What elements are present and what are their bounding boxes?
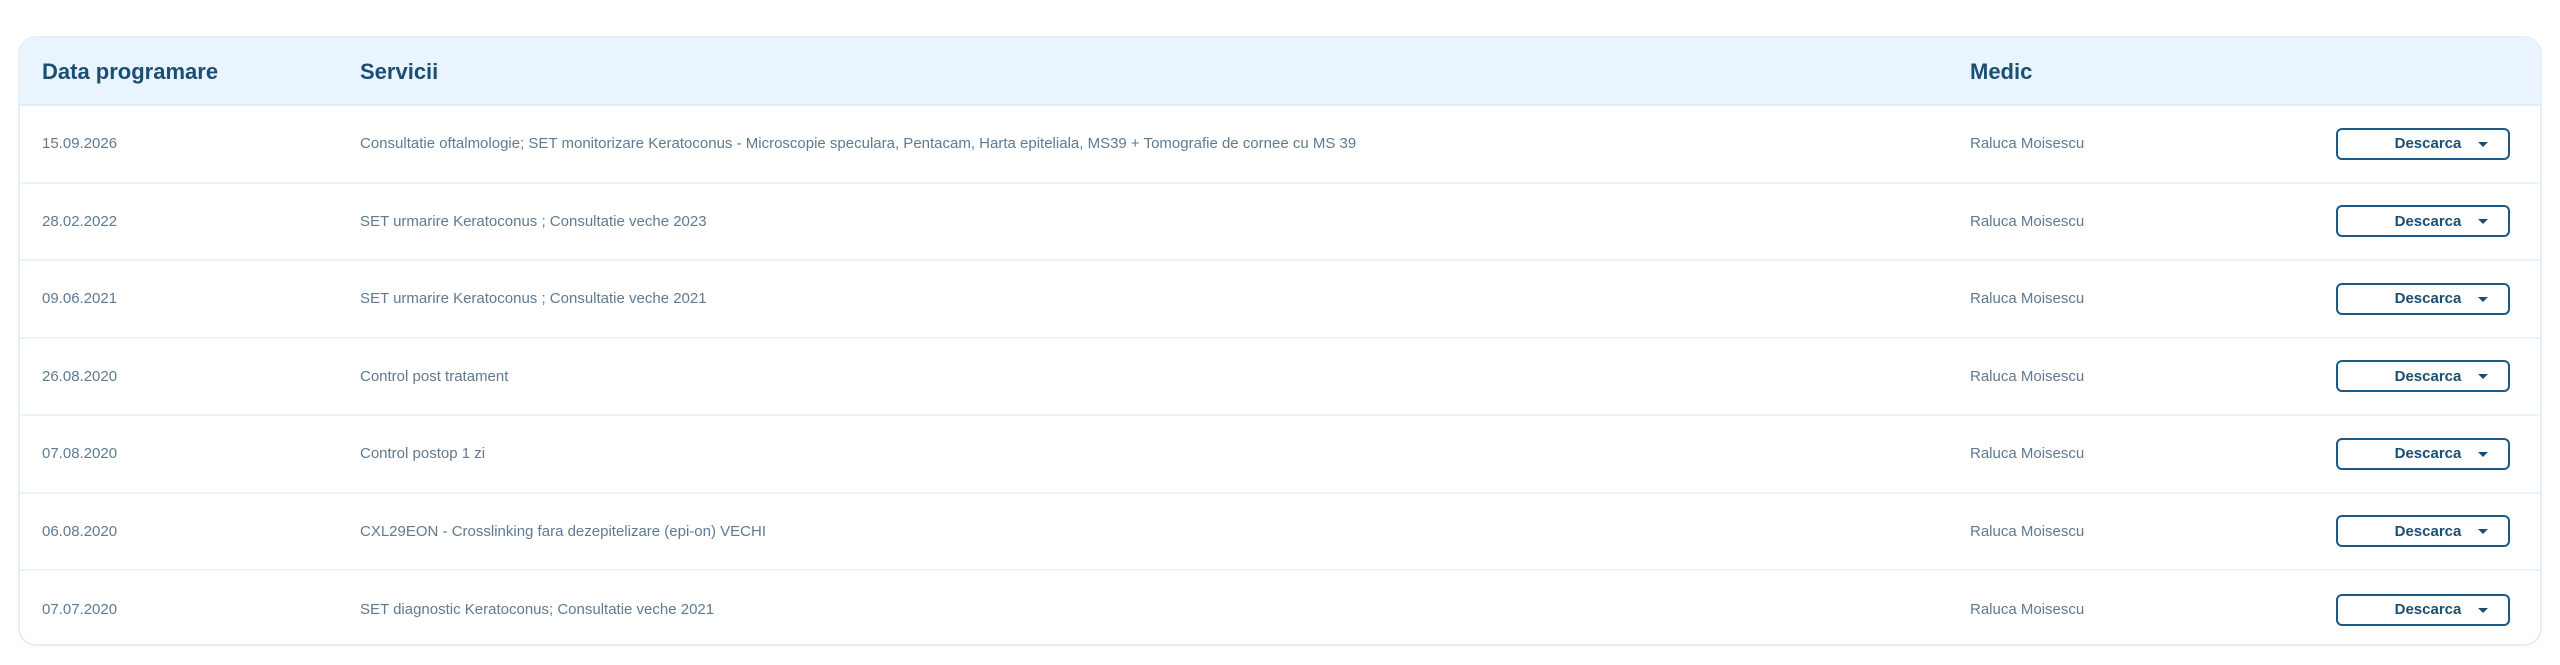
table-row: 28.02.2022 SET urmarire Keratoconus ; Co… [20,184,2540,261]
row-services: SET urmarire Keratoconus ; Consultatie v… [360,212,707,230]
row-doctor: Raluca Moisescu [1970,367,2085,385]
download-button-label: Descarca [2394,367,2462,385]
download-button[interactable]: Descarca [2336,593,2510,626]
table-row: 06.08.2020 CXL29EON - Crosslinking fara … [20,494,2540,571]
row-date: 15.09.2026 [42,135,118,153]
chevron-down-icon [2478,296,2488,302]
download-button[interactable]: Descarca [2336,205,2510,238]
table-row: 26.08.2020 Control post tratament Raluca… [20,339,2540,416]
chevron-down-icon [2478,451,2488,457]
chevron-down-icon [2478,374,2488,380]
appointments-table: Data programare Servicii Medic 15.09.202… [18,36,2542,646]
download-button-label: Descarca [2394,135,2462,153]
download-button-label: Descarca [2394,522,2462,540]
chevron-down-icon [2478,529,2488,535]
table-header: Data programare Servicii Medic [20,38,2540,106]
download-button[interactable]: Descarca [2336,282,2510,315]
row-doctor: Raluca Moisescu [1970,290,2085,308]
row-services: Consultatie oftalmologie; SET monitoriza… [360,135,1357,153]
table-row: 09.06.2021 SET urmarire Keratoconus ; Co… [20,261,2540,339]
chevron-down-icon [2478,219,2488,225]
download-button[interactable]: Descarca [2336,515,2510,548]
row-services: Control postop 1 zi [360,445,486,463]
row-services: SET urmarire Keratoconus ; Consultatie v… [360,290,707,308]
download-button-label: Descarca [2394,601,2462,619]
download-button-label: Descarca [2394,290,2462,308]
row-date: 07.07.2020 [42,601,118,619]
row-doctor: Raluca Moisescu [1970,445,2085,463]
table-row: 07.07.2020 SET diagnostic Keratoconus; C… [20,571,2540,644]
header-doctor: Medic [1970,59,2033,84]
table-row: 07.08.2020 Control postop 1 zi Raluca Mo… [20,416,2540,494]
row-date: 07.08.2020 [42,445,118,463]
header-services: Servicii [360,59,439,84]
download-button[interactable]: Descarca [2336,127,2510,160]
row-services: CXL29EON - Crosslinking fara dezepiteliz… [360,522,766,540]
table-row: 15.09.2026 Consultatie oftalmologie; SET… [20,106,2540,184]
row-date: 26.08.2020 [42,367,118,385]
header-date: Data programare [42,59,219,84]
chevron-down-icon [2478,141,2488,147]
row-doctor: Raluca Moisescu [1970,212,2085,230]
download-button[interactable]: Descarca [2336,437,2510,470]
chevron-down-icon [2478,607,2488,613]
row-date: 09.06.2021 [42,290,118,308]
row-date: 28.02.2022 [42,212,118,230]
download-button[interactable]: Descarca [2336,360,2510,393]
download-button-label: Descarca [2394,212,2462,230]
row-doctor: Raluca Moisescu [1970,522,2085,540]
row-doctor: Raluca Moisescu [1970,601,2085,619]
row-date: 06.08.2020 [42,522,118,540]
row-services: Control post tratament [360,367,509,385]
row-services: SET diagnostic Keratoconus; Consultatie … [360,601,715,619]
download-button-label: Descarca [2394,445,2462,463]
row-doctor: Raluca Moisescu [1970,135,2085,153]
